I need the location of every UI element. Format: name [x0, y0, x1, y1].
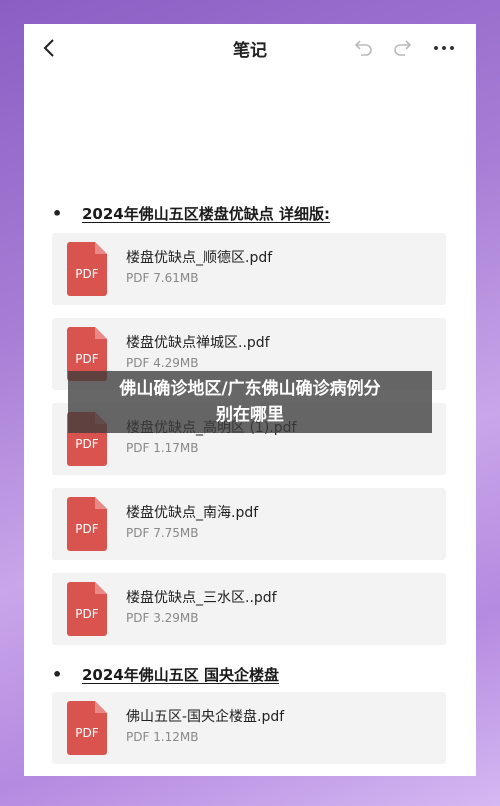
file-size: PDF 7.61MB — [126, 271, 199, 285]
file-name: 楼盘优缺点_顺德区.pdf — [126, 250, 273, 266]
file-size: PDF 1.12MB — [126, 730, 199, 744]
pdf-icon-label: PDF — [75, 726, 99, 740]
redo-icon[interactable] — [390, 36, 414, 60]
caption-line-1: 佛山确诊地区/广东佛山确诊病例分 — [119, 379, 381, 399]
file-attachment[interactable]: PDF 楼盘优缺点_三水区..pdf PDF 3.29MB — [52, 573, 446, 645]
section-title: 2024年佛山五区 国央企楼盘 — [82, 666, 279, 684]
file-size: PDF 1.17MB — [126, 441, 199, 455]
pdf-icon-label: PDF — [75, 522, 99, 536]
more-options-icon[interactable] — [432, 36, 456, 60]
file-size: PDF 3.29MB — [126, 611, 199, 625]
bullet: • — [52, 204, 63, 223]
bullet: • — [52, 665, 63, 684]
file-name: 楼盘优缺点禅城区..pdf — [126, 335, 270, 351]
file-name: 楼盘优缺点_南海.pdf — [126, 505, 259, 521]
file-attachment[interactable]: PDF 楼盘优缺点_顺德区.pdf PDF 7.61MB — [52, 233, 446, 305]
section-title: 2024年佛山五区楼盘优缺点 详细版: — [82, 205, 330, 223]
top-bar: 笔记 — [24, 24, 476, 72]
caption-overlay: 佛山确诊地区/广东佛山确诊病例分 别在哪里 — [68, 371, 432, 433]
section-heading: • 2024年佛山五区楼盘优缺点 详细版: — [52, 203, 330, 224]
pdf-icon-label: PDF — [75, 267, 99, 281]
undo-icon[interactable] — [352, 36, 376, 60]
file-size: PDF 7.75MB — [126, 526, 199, 540]
file-attachment[interactable]: PDF 楼盘优缺点_南海.pdf PDF 7.75MB — [52, 488, 446, 560]
pdf-icon-label: PDF — [75, 437, 99, 451]
section-heading: • 2024年佛山五区 国央企楼盘 — [52, 664, 279, 685]
caption-line-2: 别在哪里 — [216, 405, 284, 425]
file-name: 楼盘优缺点_三水区..pdf — [126, 590, 277, 606]
pdf-icon-label: PDF — [75, 352, 99, 366]
file-name: 佛山五区-国央企楼盘.pdf — [126, 709, 285, 725]
file-size: PDF 4.29MB — [126, 356, 199, 370]
file-attachment[interactable]: PDF 佛山五区-国央企楼盘.pdf PDF 1.12MB — [52, 692, 446, 764]
pdf-icon-label: PDF — [75, 607, 99, 621]
